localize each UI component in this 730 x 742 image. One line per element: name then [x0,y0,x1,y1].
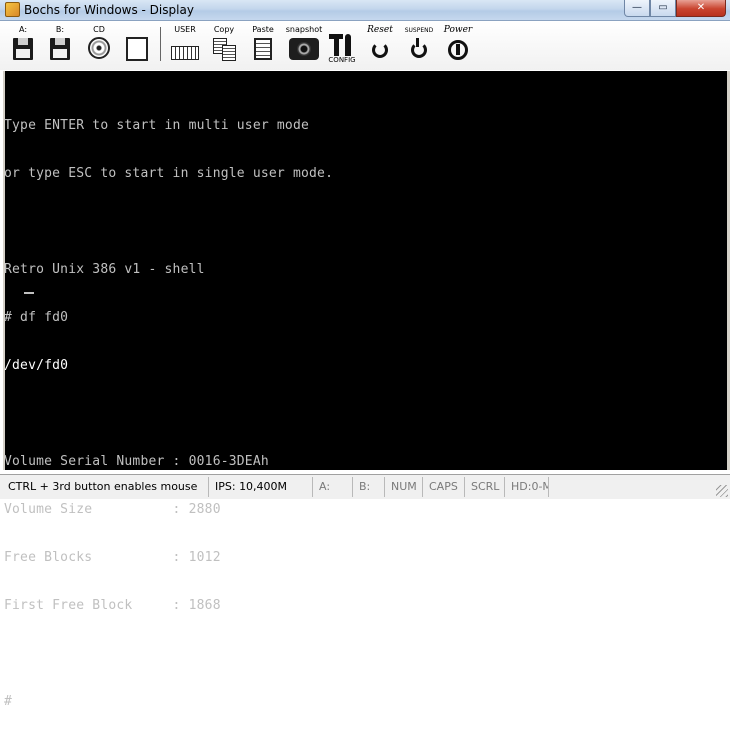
user-button[interactable]: USER [168,24,202,66]
suspend-icon [411,38,427,58]
paste-label: Paste [252,25,274,34]
suspend-label: SUSPEND [404,27,434,34]
paste-button[interactable]: Paste [247,24,279,66]
snapshot-label: snapshot [285,25,323,34]
console-text: Type ENTER to start in multi user mode o… [4,86,720,709]
console-line: First Free Block : 1868 [4,598,221,613]
floppy-disk-icon [50,38,70,60]
status-floppy-a: A: [312,477,352,497]
maximize-button[interactable]: ▭ [650,0,676,17]
floppy-a-label: A: [18,25,28,34]
power-icon [448,40,468,60]
console-line: Volume Serial Number : 0016-3DEAh [4,454,269,469]
console-line: /dev/fd0 [4,358,69,373]
config-button[interactable]: CONFIG [326,24,358,66]
reset-label: Reset [367,25,393,35]
keyboard-icon [171,46,199,60]
copy-label: Copy [213,25,235,34]
copy-icon [213,38,236,61]
usb-button[interactable] [122,24,152,66]
status-hard-disk: HD:0-M [504,477,548,497]
cd-disc-icon [88,37,110,59]
console-prompt: # [4,694,13,709]
usb-device-icon [126,37,148,61]
floppy-b-label: B: [55,25,65,34]
status-empty-cell [548,477,710,497]
minimize-button[interactable]: — [624,0,650,17]
toolbar: A: B: CD USER Copy Paste snapshot CONFIG… [0,21,730,70]
cdrom-label: CD [93,25,105,34]
camera-icon [289,38,319,60]
suspend-button[interactable]: SUSPEND [402,24,436,66]
text-cursor [24,292,34,294]
snapshot-button[interactable]: snapshot [284,24,324,66]
console-line: Retro Unix 386 v1 - shell [4,262,205,277]
console-line: Type ENTER to start in multi user mode [4,118,310,133]
floppy-a-button[interactable]: A: [8,24,38,66]
status-caps-lock: CAPS [422,477,464,497]
floppy-b-button[interactable]: B: [45,24,75,66]
status-bar: CTRL + 3rd button enables mouse IPS: 10,… [0,474,730,499]
reset-button[interactable]: Reset [364,24,396,66]
user-label: USER [174,25,196,34]
close-button[interactable]: ✕ [676,0,726,17]
config-label: CONFIG [328,56,356,64]
copy-button[interactable]: Copy [208,24,240,66]
toolbar-separator [160,27,161,61]
power-label: Power [443,25,473,35]
console-line: Volume Size : 2880 [4,502,221,517]
config-tools-icon [329,34,355,56]
cdrom-button[interactable]: CD [84,24,114,66]
window-title: Bochs for Windows - Display [24,3,194,17]
status-scroll-lock: SCRL [464,477,504,497]
resize-grip[interactable] [716,485,728,497]
bochs-app-icon[interactable] [5,2,20,17]
console-line: Free Blocks : 1012 [4,550,221,565]
clipboard-icon [254,38,272,60]
power-button[interactable]: Power [440,24,476,66]
floppy-disk-icon [13,38,33,60]
reset-icon [372,42,388,58]
console-line: # df fd0 [4,310,69,325]
status-ips: IPS: 10,400M [208,477,312,497]
console-line: or type ESC to start in single user mode… [4,166,334,181]
title-bar: Bochs for Windows - Display — ▭ ✕ [0,0,730,21]
status-num-lock: NUM [384,477,422,497]
status-message: CTRL + 3rd button enables mouse [8,480,198,493]
